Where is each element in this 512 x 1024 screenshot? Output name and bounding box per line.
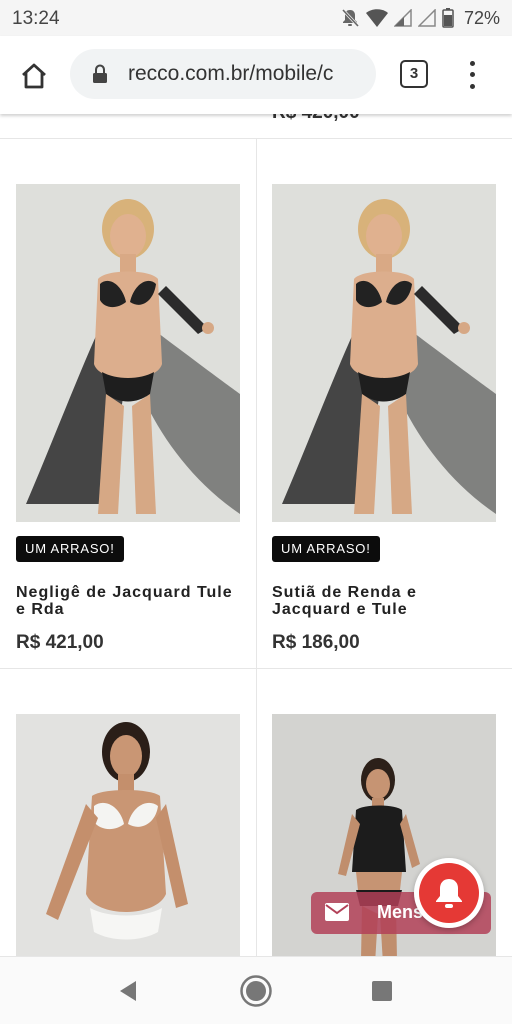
product-image[interactable] [16,184,240,522]
envelope-icon [325,903,349,921]
home-circle-icon [240,975,272,1007]
status-icons: 72% [340,6,500,30]
model-photo [16,714,240,956]
bell-icon [436,879,462,908]
product-price: R$ 421,00 [16,632,104,653]
product-card[interactable]: UM ARRASO! Negligê de Jacquard Tule e Rd… [16,184,240,654]
product-image[interactable] [16,714,240,956]
product-card[interactable] [16,714,240,956]
product-price: R$ 186,00 [272,632,360,653]
recents-button[interactable] [362,971,402,1011]
home-button[interactable] [14,56,54,96]
divider [256,138,257,956]
home-nav-button[interactable] [236,971,276,1011]
home-icon [22,63,46,89]
product-badge: UM ARRASO! [16,536,124,562]
url-bar[interactable]: recco.com.br/mobile/c [70,49,376,99]
status-time: 13:24 [12,8,60,29]
tab-switcher-button[interactable]: 3 [400,60,428,88]
product-name[interactable]: Negligê de Jacquard Tule e Rda [16,584,236,618]
back-button[interactable] [108,971,148,1011]
product-card[interactable]: UM ARRASO! Sutiã de Renda e Jacquard e T… [272,184,496,654]
wifi-icon [365,9,388,27]
bell-background [419,863,479,923]
back-icon [120,981,136,1001]
menu-icon[interactable] [460,58,484,92]
menu-dot [469,72,475,78]
signal-icon [417,9,436,27]
menu-dot [469,83,475,89]
browser-toolbar: recco.com.br/mobile/c 3 [0,36,512,114]
url-text: recco.com.br/mobile/c [128,62,334,85]
mute-icon [341,8,360,28]
product-image[interactable] [272,184,496,522]
signal-icon [393,9,412,27]
status-bar: 13:24 72% [0,0,512,36]
product-price: R$ 420,00 [272,114,360,124]
product-name[interactable]: Sutiã de Renda e Jacquard e Tule [272,584,492,618]
menu-dot [469,61,475,67]
lock-icon [93,64,107,83]
recents-icon [372,981,392,1001]
battery-percent: 72% [463,7,500,28]
system-nav-bar [0,956,512,1024]
model-photo [16,184,240,522]
model-photo [272,184,496,522]
product-list: R$ 420,00 UM ARRASO! Negli [0,114,512,956]
product-badge: UM ARRASO! [272,536,380,562]
battery-icon [442,8,454,28]
notification-bell-button[interactable] [414,858,484,928]
